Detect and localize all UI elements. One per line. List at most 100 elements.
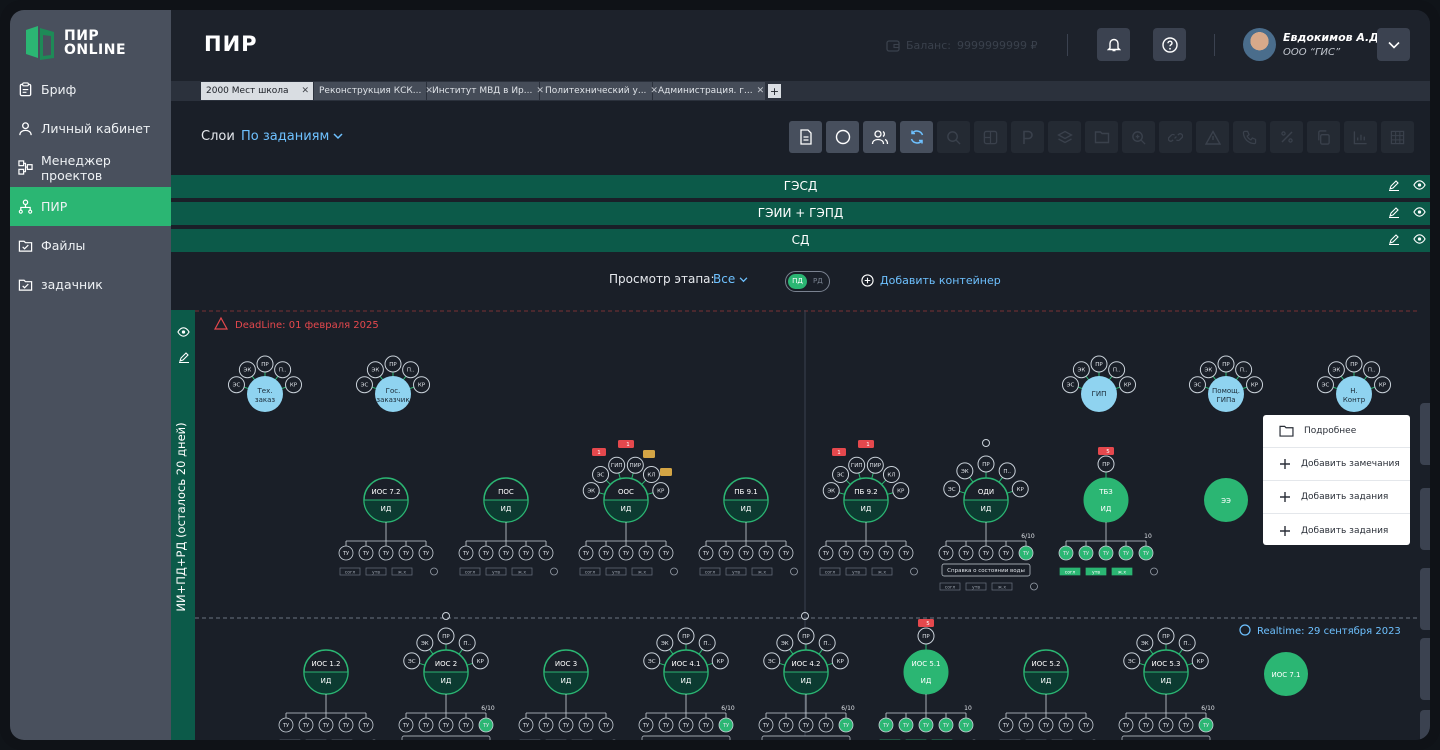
project-tab[interactable]: Институт МВД в Ир... ✕ (427, 82, 544, 100)
folder-tool[interactable] (1085, 121, 1118, 153)
table-tool[interactable] (974, 121, 1007, 153)
section-label: ИОС 1.2 (312, 660, 341, 668)
sidebar-item-account[interactable]: Личный кабинет (10, 109, 171, 148)
circle-tool[interactable] (826, 121, 859, 153)
side-tab[interactable] (1420, 638, 1430, 700)
edit-icon[interactable] (1388, 179, 1400, 191)
avatar[interactable] (1243, 28, 1276, 61)
progress-count: 6/10 (481, 705, 495, 712)
add-container-button[interactable]: Добавить контейнер (861, 274, 1001, 287)
add-tab-button[interactable]: + (768, 84, 781, 98)
tu-label: ТУ (782, 551, 789, 557)
link-tool[interactable] (1159, 121, 1192, 153)
tu-label: ТУ (662, 551, 669, 557)
help-button[interactable] (1153, 28, 1186, 61)
sidebar-item-project-manager[interactable]: Менеджер проектов (10, 148, 171, 187)
section-label: ИОС 7.1 (1272, 671, 1301, 679)
close-icon[interactable]: ✕ (301, 86, 309, 96)
tu-label: ТУ (362, 723, 369, 729)
pd-rd-toggle[interactable]: ПД РД (785, 271, 830, 292)
status-tag-label: ж.х (638, 571, 646, 576)
progress-count: 10 (1144, 533, 1152, 540)
menu-item-details[interactable]: Подробнее (1263, 415, 1410, 448)
side-tab[interactable] (1420, 488, 1430, 550)
p-tool[interactable] (1011, 121, 1044, 153)
eye-icon[interactable] (1413, 206, 1426, 218)
tu-label: ТУ (282, 723, 289, 729)
expand-icon[interactable] (442, 612, 450, 620)
menu-item-add-tasks[interactable]: Добавить задания (1263, 481, 1410, 514)
status-tag-label: ж.х (998, 586, 1006, 591)
user-menu-button[interactable] (1377, 28, 1410, 61)
layers-tool[interactable] (1048, 121, 1081, 153)
sync-tool[interactable] (900, 121, 933, 153)
project-tab[interactable]: 2000 Мест школа ✕ (201, 82, 313, 100)
app-frame: ПИР ONLINE Бриф Личный кабинет Менеджер … (0, 0, 1440, 750)
menu-item-add-remarks[interactable]: Добавить замечания (1263, 448, 1410, 481)
edit-icon[interactable] (1388, 206, 1400, 218)
petal-label: П.. (1003, 469, 1011, 475)
close-icon[interactable]: ✕ (536, 86, 544, 96)
petal-label: КР (1379, 383, 1387, 389)
eye-icon[interactable] (1413, 179, 1426, 191)
folder-check-icon (18, 240, 33, 252)
band-geii-gepd[interactable]: ГЭИИ + ГЭПД (171, 202, 1430, 225)
side-tab[interactable] (1420, 568, 1430, 630)
project-tab[interactable]: Политехнический у... ✕ (540, 82, 658, 100)
sidebar-item-label: Личный кабинет (41, 121, 151, 136)
petal-label: ЭС (597, 473, 605, 479)
more-icon[interactable] (670, 567, 678, 576)
project-tab[interactable]: Администрация. г... ✕ (653, 82, 765, 100)
project-tab[interactable]: Реконструкция КСК... ✕ (314, 82, 433, 100)
search-tool[interactable] (937, 121, 970, 153)
progress-count: 6/10 (841, 705, 855, 712)
menu-item-add-tasks-2[interactable]: Добавить задания (1263, 514, 1410, 547)
stage-select[interactable]: Все (713, 272, 748, 286)
band-gesd[interactable]: ГЭСД (171, 175, 1430, 198)
zoom-tool[interactable] (1122, 121, 1155, 153)
app-logo[interactable]: ПИР ONLINE (24, 24, 126, 62)
petal-label: ПР (1162, 634, 1170, 640)
more-icon[interactable] (430, 567, 438, 576)
tu-label: ТУ (882, 723, 889, 729)
copy-tool[interactable] (1307, 121, 1340, 153)
sidebar-item-tasks[interactable]: задачник (10, 265, 171, 304)
close-icon[interactable]: ✕ (650, 86, 658, 96)
tu-label: ТУ (762, 551, 769, 557)
eye-icon[interactable] (1413, 233, 1426, 245)
sidebar-item-pir[interactable]: ПИР (10, 187, 171, 226)
layers-label: Слои (201, 129, 235, 144)
status-tag-label: согл (345, 571, 356, 576)
side-tab[interactable] (1420, 403, 1430, 465)
users-tool[interactable] (863, 121, 896, 153)
more-icon[interactable] (1030, 582, 1038, 591)
more-icon[interactable] (910, 567, 918, 576)
band-sd[interactable]: СД (171, 229, 1430, 252)
close-icon[interactable]: ✕ (425, 86, 433, 96)
petal-label: КЛ (887, 473, 895, 479)
tu-label: ТУ (682, 723, 689, 729)
petal-label: ПР (1350, 362, 1358, 368)
phone-tool[interactable] (1233, 121, 1266, 153)
grid-tool[interactable] (1381, 121, 1414, 153)
percent-tool[interactable] (1270, 121, 1303, 153)
close-icon[interactable]: ✕ (757, 86, 765, 96)
expand-icon[interactable] (982, 439, 990, 447)
section-id: ИД (1101, 505, 1112, 513)
sidebar-item-brief[interactable]: Бриф (10, 70, 171, 109)
chart-tool[interactable] (1344, 121, 1377, 153)
warning-tool[interactable] (1196, 121, 1229, 153)
notifications-button[interactable] (1097, 28, 1130, 61)
section-label: ЭЭ (1221, 497, 1231, 505)
more-icon[interactable] (1150, 567, 1158, 576)
side-tab[interactable] (1420, 710, 1430, 740)
more-icon[interactable] (790, 567, 798, 576)
layers-select[interactable]: По заданиям (241, 129, 343, 144)
edit-icon[interactable] (1388, 233, 1400, 245)
petal-label: ПР (922, 634, 930, 640)
tu-label: ТУ (382, 551, 389, 557)
document-tool[interactable] (789, 121, 822, 153)
section-label: ИОС 3 (555, 660, 577, 668)
sidebar-item-files[interactable]: Файлы (10, 226, 171, 265)
more-icon[interactable] (550, 567, 558, 576)
